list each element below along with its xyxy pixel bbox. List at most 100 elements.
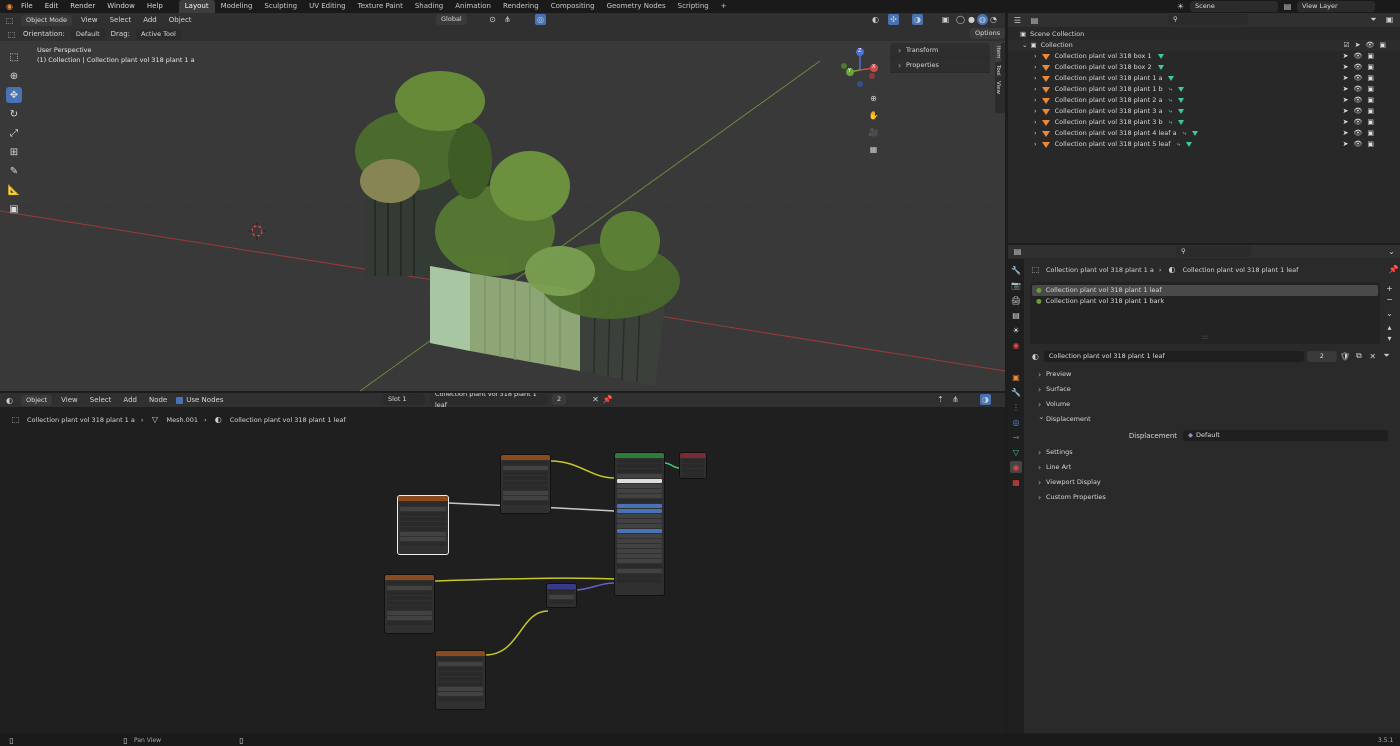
camera-render-icon[interactable]: ▣ xyxy=(1367,139,1374,150)
measure-icon[interactable]: 📐 xyxy=(6,182,22,198)
select-arrow-icon[interactable]: ➤ xyxy=(1343,51,1349,62)
world-tab-icon[interactable]: ◉ xyxy=(1010,339,1022,351)
eye-icon[interactable]: 👁 xyxy=(1353,128,1362,139)
camera-render-icon[interactable]: ▣ xyxy=(1367,51,1374,62)
display-mode-icon[interactable]: ▤ xyxy=(1029,15,1040,26)
camera-render-icon[interactable]: ▣ xyxy=(1367,73,1374,84)
select-box-icon[interactable]: ⬚ xyxy=(6,49,22,65)
camera-render-icon[interactable]: ▣ xyxy=(1367,95,1374,106)
outliner-item[interactable]: › Collection plant vol 318 plant 5 leaf ⤷ ➤… xyxy=(1008,139,1400,150)
tab-scripting[interactable]: Scripting xyxy=(672,0,715,13)
visibility-icon[interactable]: ◐ xyxy=(870,14,881,25)
expand-arrow-icon[interactable]: › xyxy=(1034,73,1037,84)
expand-arrow-icon[interactable]: › xyxy=(1034,51,1037,62)
side-tab-item[interactable]: Item xyxy=(995,43,1001,62)
rendered-shading-icon[interactable]: ◔ xyxy=(988,14,999,25)
tab-modeling[interactable]: Modeling xyxy=(215,0,259,13)
image-texture-node-1[interactable] xyxy=(500,454,551,514)
scene-field[interactable]: Scene xyxy=(1190,1,1278,12)
material-slot-1[interactable]: ● Collection plant vol 318 plant 1 leaf xyxy=(1032,285,1378,296)
scale-icon[interactable]: ⤢ xyxy=(6,125,22,141)
expand-arrow-icon[interactable]: › xyxy=(1034,84,1037,95)
duplicate-icon[interactable]: ⧉ xyxy=(1354,351,1365,362)
move-up-icon[interactable]: ▴ xyxy=(1384,322,1395,333)
properties-options-icon[interactable]: ⌄ xyxy=(1386,246,1397,257)
outliner-item[interactable]: › Collection plant vol 318 box 2 ➤ 👁 ▣ xyxy=(1008,62,1400,73)
constraints-tab-icon[interactable]: ⊸ xyxy=(1010,431,1022,443)
material-shading-icon[interactable]: ◍ xyxy=(977,14,988,25)
panel-displacement[interactable]: Displacement xyxy=(1030,409,1392,427)
eye-icon[interactable]: 👁 xyxy=(1353,84,1362,95)
blender-logo-icon[interactable]: ◉ xyxy=(4,1,15,12)
tool-tab-icon[interactable]: 🔧 xyxy=(1010,264,1022,276)
scene-collection-row[interactable]: ▣ Scene Collection xyxy=(1008,29,1400,40)
scene-tab-icon[interactable]: ☀ xyxy=(1010,324,1022,336)
material-browse-icon[interactable]: ◐ xyxy=(1030,351,1041,362)
tab-compositing[interactable]: Compositing xyxy=(545,0,601,13)
modifier-tab-icon[interactable]: 🔧 xyxy=(1010,386,1022,398)
tab-animation[interactable]: Animation xyxy=(449,0,497,13)
ortho-grid-icon[interactable]: ▦ xyxy=(868,144,879,155)
node-editor[interactable]: ◐ Object View Select Add Node Use Nodes … xyxy=(0,393,1005,733)
panel-surface[interactable]: Surface xyxy=(1030,382,1392,397)
wireframe-shading-icon[interactable]: ◯ xyxy=(955,14,966,25)
expand-arrow-icon[interactable]: › xyxy=(1034,95,1037,106)
annotate-icon[interactable]: ✎ xyxy=(6,163,22,179)
outliner-item[interactable]: › Collection plant vol 318 plant 1 a ➤ 👁 ▣ xyxy=(1008,73,1400,84)
eye-icon[interactable]: 👁 xyxy=(1353,139,1362,150)
cursor-icon[interactable]: ⊕ xyxy=(6,68,22,84)
expand-arrow-icon[interactable]: › xyxy=(1034,117,1037,128)
image-texture-node-2[interactable] xyxy=(397,495,449,555)
eye-icon[interactable]: 👁 xyxy=(1365,40,1374,51)
material-name-field[interactable]: Collection plant vol 318 plant 1 leaf xyxy=(1043,350,1304,362)
render-tab-icon[interactable]: 📷 xyxy=(1010,279,1022,291)
proportional-edit-icon[interactable]: ◎ xyxy=(535,14,546,25)
eye-icon[interactable]: 👁 xyxy=(1353,51,1362,62)
add-slot-icon[interactable]: + xyxy=(1384,283,1395,294)
side-tab-view[interactable]: View xyxy=(995,78,1001,97)
menu-render[interactable]: Render xyxy=(64,0,101,13)
view-layer-field[interactable]: View Layer xyxy=(1297,1,1375,12)
outliner-item[interactable]: › Collection plant vol 318 plant 3 b ⤷ ➤ 👁 ▣ xyxy=(1008,117,1400,128)
camera-render-icon[interactable]: ▣ xyxy=(1367,117,1374,128)
n-panel-transform[interactable]: Transform xyxy=(890,43,990,58)
add-workspace-button[interactable]: + xyxy=(715,0,733,13)
expand-arrow-icon[interactable]: › xyxy=(1034,139,1037,150)
side-tab-tool[interactable]: Tool xyxy=(995,62,1001,79)
outliner-item[interactable]: › Collection plant vol 318 plant 2 a ⤷ ➤ 👁 ▣ xyxy=(1008,95,1400,106)
editor-type-icon[interactable]: ⬚ xyxy=(4,15,15,26)
select-arrow-icon[interactable]: ➤ xyxy=(1343,106,1349,117)
particles-tab-icon[interactable]: ⋮ xyxy=(1010,401,1022,413)
slot-menu-icon[interactable]: ⌄ xyxy=(1384,308,1395,319)
pan-hand-icon[interactable]: ✋ xyxy=(868,110,879,121)
select-arrow-icon[interactable]: ➤ xyxy=(1343,139,1349,150)
camera-render-icon[interactable]: ▣ xyxy=(1379,40,1386,51)
menu-edit[interactable]: Edit xyxy=(39,0,65,13)
camera-render-icon[interactable]: ▣ xyxy=(1367,84,1374,95)
outliner-item[interactable]: › Collection plant vol 318 plant 3 a ⤷ ➤ 👁 ▣ xyxy=(1008,106,1400,117)
panel-viewport-display[interactable]: Viewport Display xyxy=(1030,475,1392,490)
rotate-icon[interactable]: ↻ xyxy=(6,106,22,122)
add-cube-icon[interactable]: ▣ xyxy=(6,201,22,217)
eye-icon[interactable]: 👁 xyxy=(1353,106,1362,117)
unlink-material-icon[interactable]: ✕ xyxy=(1367,351,1378,362)
new-collection-icon[interactable]: ▣ xyxy=(1384,14,1395,25)
eye-icon[interactable]: 👁 xyxy=(1353,95,1362,106)
select-arrow-icon[interactable]: ➤ xyxy=(1355,40,1361,51)
expand-arrow-icon[interactable]: › xyxy=(1034,62,1037,73)
checkbox-icon[interactable]: ☑ xyxy=(1343,40,1349,51)
drag-dropdown[interactable]: Active Tool xyxy=(136,28,181,40)
output-tab-icon[interactable]: 🖨 xyxy=(1010,294,1022,306)
camera-render-icon[interactable]: ▣ xyxy=(1367,62,1374,73)
camera-render-icon[interactable]: ▣ xyxy=(1367,128,1374,139)
object-tab-icon[interactable]: ▣ xyxy=(1010,371,1022,383)
outliner-search-input[interactable]: ⚲ xyxy=(1168,14,1248,25)
panel-line-art[interactable]: Line Art xyxy=(1030,460,1392,475)
properties-search-input[interactable]: ⚲ xyxy=(1176,246,1251,257)
navigation-gizmo[interactable]: Z X Y xyxy=(838,46,882,90)
properties-type-icon[interactable]: ▤ xyxy=(1012,246,1023,257)
snap-icon[interactable]: ⋔ xyxy=(502,14,513,25)
xray-icon[interactable]: ▣ xyxy=(940,14,951,25)
principled-bsdf-node[interactable] xyxy=(614,452,665,596)
select-arrow-icon[interactable]: ➤ xyxy=(1343,62,1349,73)
